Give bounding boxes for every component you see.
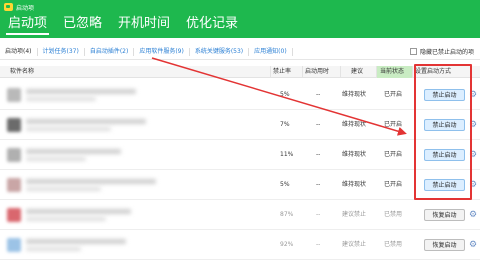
tab-optimize-history[interactable]: 优化记录: [178, 13, 246, 35]
main-tabs: 启动项 已忽略 开机时间 优化记录: [0, 13, 246, 35]
startup-time: --: [316, 241, 321, 248]
table-header: 软件名称 禁止率 启动用时 建议 当前状态 设置启动方式: [0, 66, 480, 78]
app-icon: [7, 178, 21, 192]
app-icon: [7, 238, 21, 252]
gear-icon[interactable]: ⚙: [468, 89, 478, 101]
advice: 维持现状: [342, 121, 367, 128]
status: 已禁用: [384, 241, 403, 248]
startup-time: --: [316, 121, 321, 128]
disable-startup-button[interactable]: 禁止启动: [424, 89, 465, 101]
app-icon: [7, 118, 21, 132]
app-desc-blurred: [26, 187, 101, 191]
restore-startup-button[interactable]: 恢复启动: [424, 209, 465, 221]
table-row[interactable]: 7% -- 维持现状 已开启 禁止启动 ⚙: [0, 110, 480, 140]
app-name-blurred: [26, 89, 136, 94]
col-name[interactable]: 软件名称: [8, 66, 34, 78]
status: 已开启: [384, 151, 403, 158]
table-row[interactable]: 5% -- 维持现状 已开启 禁止启动 ⚙: [0, 170, 480, 200]
col-startup-method: 设置启动方式: [412, 66, 480, 78]
app-icon: [7, 88, 21, 102]
app-name-blurred: [26, 179, 156, 184]
table-row[interactable]: 87% -- 建议禁止 已禁用 恢复启动 ⚙: [0, 200, 480, 230]
col-advice: 建议: [340, 66, 376, 78]
sub-tabs: 启动项(4) 计划任务(37) 自启动插件(2) 应用软件服务(9) 系统关键服…: [0, 44, 480, 60]
app-desc-blurred: [26, 157, 86, 161]
advice: 维持现状: [342, 91, 367, 98]
status: 已开启: [384, 121, 403, 128]
subtab-app-services[interactable]: 应用软件服务(9): [134, 47, 190, 56]
tab-boot-time[interactable]: 开机时间: [110, 13, 178, 35]
hide-disabled-label: 隐藏已禁止启动的项: [419, 49, 474, 56]
col-startup-time[interactable]: 启动用时: [302, 66, 340, 78]
table-row[interactable]: 92% -- 建议禁止 已禁用 恢复启动 ⚙: [0, 230, 480, 260]
disable-rate: 87%: [280, 211, 294, 218]
disable-rate: 7%: [280, 121, 290, 128]
subtab-scheduled-tasks[interactable]: 计划任务(37): [38, 47, 85, 56]
restore-startup-button[interactable]: 恢复启动: [424, 239, 465, 251]
startup-time: --: [316, 211, 321, 218]
app-title: 启动项: [16, 4, 35, 12]
app-name-blurred: [26, 119, 146, 124]
app-icon: [7, 208, 21, 222]
col-disable-rate[interactable]: 禁止率: [270, 66, 302, 78]
app-name-blurred: [26, 149, 121, 154]
app-desc-blurred: [26, 127, 111, 131]
advice: 建议禁止: [342, 211, 367, 218]
tab-ignored[interactable]: 已忽略: [55, 13, 110, 35]
advice: 维持现状: [342, 151, 367, 158]
startup-time: --: [316, 91, 321, 98]
advice: 建议禁止: [342, 241, 367, 248]
disable-startup-button[interactable]: 禁止启动: [424, 149, 465, 161]
status: 已禁用: [384, 211, 403, 218]
startup-time: --: [316, 181, 321, 188]
gear-icon[interactable]: ⚙: [468, 119, 478, 131]
disable-rate: 11%: [280, 151, 294, 158]
gear-icon[interactable]: ⚙: [468, 209, 478, 221]
disable-rate: 5%: [280, 91, 290, 98]
advice: 维持现状: [342, 181, 367, 188]
app-icon: [7, 148, 21, 162]
app-title-row: 启动项: [4, 2, 34, 12]
status: 已开启: [384, 181, 403, 188]
disable-startup-button[interactable]: 禁止启动: [424, 119, 465, 131]
app-logo-icon: [4, 3, 13, 11]
app-desc-blurred: [26, 217, 106, 221]
disable-rate: 92%: [280, 241, 294, 248]
app-desc-blurred: [26, 97, 96, 101]
disable-rate: 5%: [280, 181, 290, 188]
status: 已开启: [384, 91, 403, 98]
hide-disabled-checkbox[interactable]: [409, 48, 417, 55]
gear-icon[interactable]: ⚙: [468, 149, 478, 161]
gear-icon[interactable]: ⚙: [468, 239, 478, 251]
disable-startup-button[interactable]: 禁止启动: [424, 179, 465, 191]
subtab-system-services[interactable]: 系统关键服务(53): [190, 47, 250, 56]
gear-icon[interactable]: ⚙: [468, 179, 478, 191]
subtab-app-notifications[interactable]: 应用通知(0): [249, 47, 293, 56]
table-row[interactable]: 5% -- 维持现状 已开启 禁止启动 ⚙: [0, 80, 480, 110]
app-desc-blurred: [26, 247, 81, 251]
app-name-blurred: [26, 239, 126, 244]
title-bar: 启动项 启动项 已忽略 开机时间 优化记录: [0, 0, 480, 38]
hide-disabled-option[interactable]: 隐藏已禁止启动的项: [409, 47, 474, 56]
table-row[interactable]: 11% -- 维持现状 已开启 禁止启动 ⚙: [0, 140, 480, 170]
subtab-plugins[interactable]: 自启动插件(2): [85, 47, 135, 56]
tab-startup[interactable]: 启动项: [0, 13, 55, 35]
col-state[interactable]: 当前状态: [376, 66, 412, 78]
startup-time: --: [316, 151, 321, 158]
app-name-blurred: [26, 209, 131, 214]
subtab-startup-items[interactable]: 启动项(4): [0, 47, 38, 56]
